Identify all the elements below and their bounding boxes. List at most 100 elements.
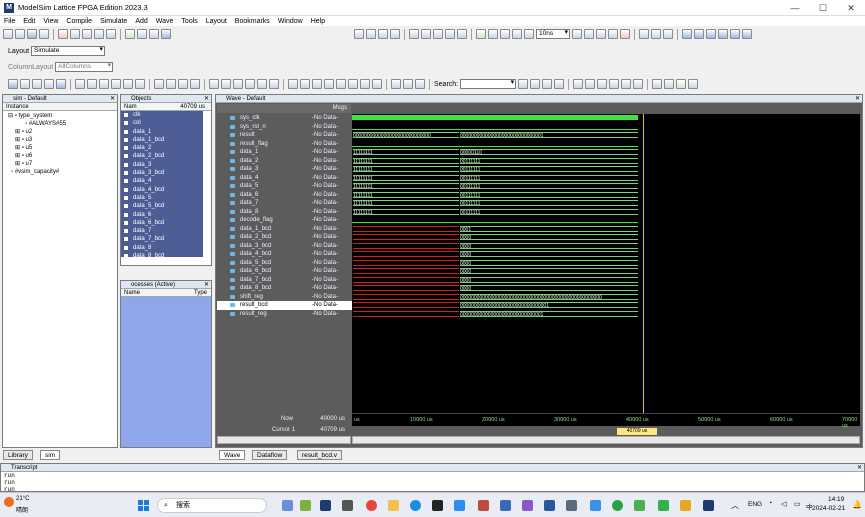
wave-data-8[interactable]: 11111111 00111111 <box>352 208 638 215</box>
taskbar-app-icon[interactable] <box>522 500 533 511</box>
step-into-icon[interactable] <box>682 29 692 39</box>
wave-data-1-bcd[interactable]: 0001 <box>352 225 638 232</box>
wave-data-7[interactable]: 11111111 00111111 <box>352 200 638 206</box>
step-icon[interactable] <box>366 29 376 39</box>
step-end-icon[interactable] <box>742 29 752 39</box>
tab-wave[interactable]: Wave <box>219 450 246 460</box>
tree-item[interactable]: ⊞ ▪ u6 <box>3 152 117 160</box>
menu-add[interactable]: Add <box>135 18 147 25</box>
object-item[interactable]: data_5_bcd <box>121 202 203 210</box>
wave-data-4[interactable]: 11111111 00111111 <box>352 174 638 181</box>
wave-data-2[interactable]: 11111111 00111111 <box>352 157 638 164</box>
gear-icon[interactable] <box>154 79 164 89</box>
weather-desc[interactable]: 晴朗 <box>16 505 28 514</box>
object-item[interactable]: data_4 <box>121 177 203 185</box>
wave-signal-name[interactable]: result_flag <box>217 140 299 149</box>
maximize-button[interactable]: ☐ <box>809 0 837 16</box>
menu-window[interactable]: Window <box>278 18 303 25</box>
print-icon[interactable] <box>39 29 49 39</box>
search-input[interactable] <box>460 79 517 89</box>
taskbar-app-icon[interactable] <box>566 500 577 511</box>
taskbar-app-icon[interactable] <box>658 500 669 511</box>
logic-1-icon[interactable] <box>75 79 85 89</box>
object-item[interactable]: data_3_bcd <box>121 169 203 177</box>
wave-signal-name[interactable]: sys_clk <box>217 114 299 123</box>
logic-all-icon[interactable] <box>123 79 133 89</box>
menu-bookmarks[interactable]: Bookmarks <box>235 18 270 25</box>
select-icon[interactable] <box>209 79 219 89</box>
menu-wave[interactable]: Wave <box>156 18 174 25</box>
step-out-icon[interactable] <box>390 29 400 39</box>
tab-result-bcd[interactable]: result_bcd.v <box>297 450 343 460</box>
wave-signal-name[interactable]: data_5 <box>217 182 299 191</box>
taskbar-app-icon[interactable] <box>300 500 311 511</box>
cursor-line[interactable] <box>643 114 644 414</box>
windows-start-icon[interactable] <box>138 500 149 511</box>
logic-u-icon[interactable] <box>99 79 109 89</box>
hand-icon[interactable] <box>663 29 673 39</box>
object-item[interactable]: data_1 <box>121 128 203 136</box>
column-layout-select[interactable]: AllColumns <box>55 62 114 72</box>
tree-item[interactable]: ⊟ ▪ type_system <box>3 112 117 120</box>
object-item[interactable]: data_4_bcd <box>121 186 203 194</box>
wave-data-2-bcd[interactable]: 0000 <box>352 234 638 240</box>
ruler-icon[interactable] <box>233 79 243 89</box>
wave-group-icon[interactable] <box>20 79 30 89</box>
wave-signal-name[interactable]: data_5_bcd <box>217 259 299 268</box>
gear3-icon[interactable] <box>178 79 188 89</box>
close-button[interactable]: ✕ <box>837 0 865 16</box>
wave-sort-icon[interactable] <box>32 79 42 89</box>
taskbar-app-icon[interactable] <box>282 500 293 511</box>
wave-format-4-icon[interactable] <box>688 79 699 89</box>
bookmark-icon[interactable] <box>639 29 649 39</box>
wave-signal-name[interactable]: data_8 <box>217 208 299 217</box>
menu-layout[interactable]: Layout <box>206 18 227 25</box>
edit-icon[interactable] <box>269 79 279 89</box>
wave-shift-reg[interactable]: 0000000000000000000000000000000000000000… <box>352 293 638 300</box>
taskbar-app-icon[interactable] <box>454 500 465 511</box>
paste-icon[interactable] <box>82 29 92 39</box>
clock-time[interactable]: 14:19 <box>828 496 844 503</box>
menu-edit[interactable]: Edit <box>23 18 35 25</box>
open-icon[interactable] <box>15 29 25 39</box>
layout3-icon[interactable] <box>433 29 443 39</box>
wave-signal-name[interactable]: result <box>217 131 299 140</box>
taskbar-app-icon[interactable] <box>590 500 601 511</box>
tray-chevron-icon[interactable]: ︿ <box>731 500 739 511</box>
steam-icon[interactable] <box>320 500 331 511</box>
wave-data-3[interactable]: 11111111 00111111 <box>352 166 638 172</box>
wave-signal-names[interactable]: sys_clk sys_rst_n result result_flag data_1 d… <box>217 114 299 325</box>
menu-help[interactable]: Help <box>311 18 325 25</box>
edge-next-icon[interactable] <box>300 79 310 89</box>
save-icon[interactable] <box>27 29 37 39</box>
object-item[interactable]: data_8_bcd <box>121 252 203 260</box>
wave-sys-rst-n[interactable] <box>352 124 638 130</box>
objects-list[interactable]: clk col data_1 data_1_bcd data_2 data_2_bcd da… <box>121 111 203 260</box>
wave-signal-name[interactable]: data_1_bcd <box>217 225 299 234</box>
wave-hscrollbar[interactable] <box>352 436 860 444</box>
cursor-next-icon[interactable] <box>415 79 425 89</box>
break-icon[interactable] <box>524 29 534 39</box>
step-over-icon[interactable] <box>378 29 388 39</box>
wave-signal-name[interactable]: shift_reg <box>217 293 299 302</box>
bookmark2-icon[interactable] <box>651 29 661 39</box>
processes-column-header[interactable]: Name Type <box>121 289 211 297</box>
minimize-button[interactable]: — <box>781 0 809 16</box>
object-item[interactable]: data_7 <box>121 227 203 235</box>
names-hscrollbar[interactable] <box>217 436 351 444</box>
wave-signal-name[interactable]: data_2_bcd <box>217 233 299 242</box>
forward-icon[interactable] <box>512 29 522 39</box>
processes-list[interactable] <box>121 297 211 447</box>
wave-signal-name[interactable]: data_6_bcd <box>217 267 299 276</box>
battery-icon[interactable]: ▭ <box>794 500 801 508</box>
stop-icon[interactable] <box>620 29 630 39</box>
wave-result-flag[interactable] <box>352 141 638 147</box>
wave-data-6[interactable]: 11111111 00111111 <box>352 191 638 198</box>
zoom-range-icon[interactable] <box>633 79 644 89</box>
transcript-text[interactable]: run run run <box>1 472 864 493</box>
file-explorer-icon[interactable] <box>388 500 399 511</box>
logic-x-icon[interactable] <box>111 79 121 89</box>
layout2-icon[interactable] <box>421 29 431 39</box>
logic-0-icon[interactable] <box>87 79 97 89</box>
volume-icon[interactable]: ◁ <box>781 500 786 508</box>
